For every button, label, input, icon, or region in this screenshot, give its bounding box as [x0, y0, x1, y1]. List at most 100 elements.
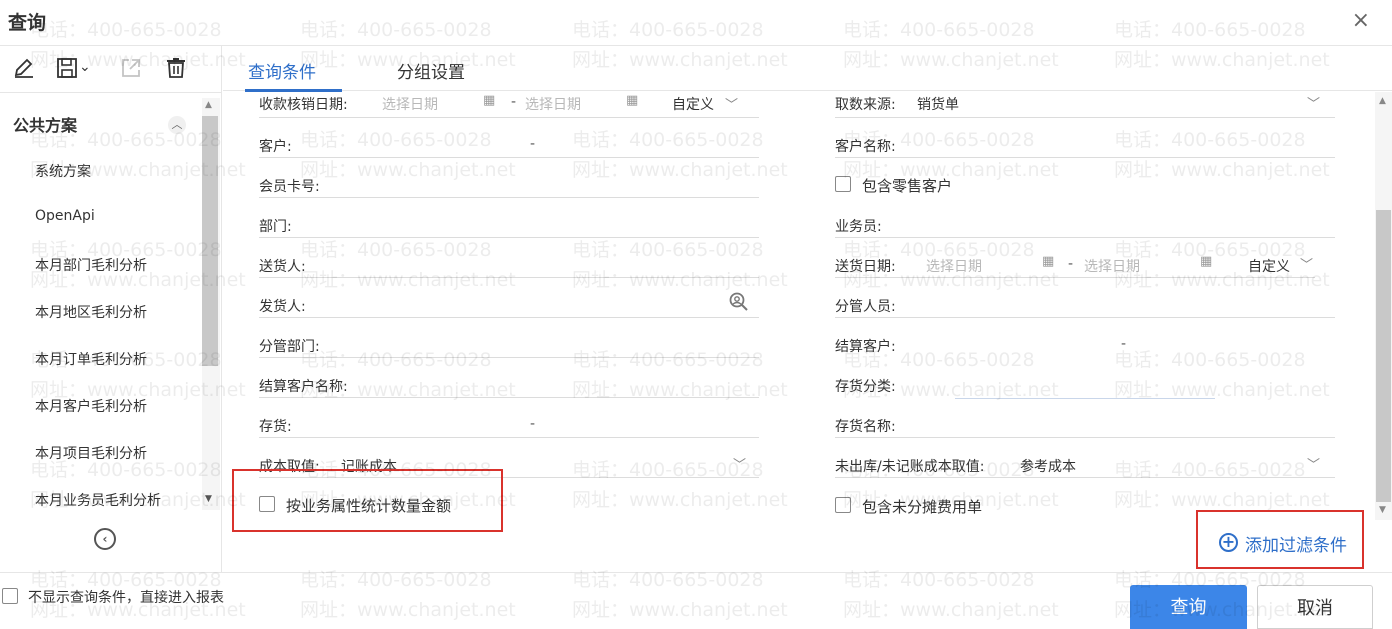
scroll-up-arrow-icon[interactable]: ▲ [205, 100, 212, 110]
checkbox-label: 包含未分摊费用单 [862, 498, 983, 516]
chevron-down-icon[interactable]: ﹀ [725, 94, 738, 113]
field-label: 客户名称: [835, 139, 896, 155]
export-icon[interactable] [119, 56, 143, 80]
watermark-phone: 电话：400-665-0028 [1114, 19, 1306, 41]
dialog-title: 查询 [8, 12, 47, 34]
tab-bar: 查询条件 分组设置 [223, 46, 1392, 92]
delete-icon[interactable] [164, 56, 188, 80]
field-label: 存货名称: [835, 419, 896, 435]
field-label: 送货日期: [835, 259, 896, 275]
calendar-icon[interactable]: ▦ [1042, 254, 1054, 269]
tab-query-conditions[interactable]: 查询条件 [248, 58, 316, 83]
save-dropdown-chevron-icon[interactable]: ⌄ [79, 59, 93, 83]
scheme-scrollbar-thumb[interactable] [202, 116, 218, 366]
field-label: 结算客户名称: [259, 379, 348, 395]
field-label: 部门: [259, 219, 292, 235]
scheme-item[interactable]: 本月客户毛利分析 [35, 396, 147, 416]
inventory-category-field[interactable]: 存货分类: [835, 372, 1335, 398]
scroll-up-arrow-icon[interactable]: ▲ [1379, 96, 1386, 106]
tab-group-settings[interactable]: 分组设置 [397, 58, 465, 83]
delivery-person-field[interactable]: 送货人: [259, 252, 759, 278]
save-icon[interactable] [55, 56, 79, 80]
field-label: 取数来源: [835, 97, 896, 113]
scheme-item[interactable]: 本月项目毛利分析 [35, 443, 147, 463]
shipper-field[interactable]: 发货人: [259, 292, 759, 318]
scroll-down-arrow-icon[interactable]: ▼ [1379, 505, 1386, 515]
range-separator: - [1121, 336, 1127, 352]
date-start-input[interactable]: 选择日期 [926, 256, 982, 276]
field-label: 结算客户: [835, 339, 896, 355]
field-label: 送货人: [259, 259, 306, 275]
add-filter-link[interactable]: 添加过滤条件 [1245, 531, 1347, 556]
scheme-item[interactable]: 本月订单毛利分析 [35, 349, 147, 369]
watermark-phone: 电话：400-665-0028 [572, 569, 764, 591]
watermark-site: 网址：www.chanjet.net [572, 489, 788, 511]
select-value: 参考成本 [1020, 459, 1076, 475]
range-separator: - [511, 94, 517, 110]
field-label: 业务员: [835, 219, 882, 235]
scheme-item[interactable]: 系统方案 [35, 161, 91, 181]
chevron-down-icon[interactable]: ﹀ [1300, 254, 1313, 273]
include-retail-checkbox[interactable] [835, 176, 851, 192]
add-circle-icon[interactable]: + [1219, 533, 1238, 552]
checkbox-label: 按业务属性统计数量金额 [286, 497, 452, 515]
delivery-date-field: 送货日期: 选择日期 ▦ - 选择日期 ▦ 自定义 ﹀ [835, 252, 1315, 278]
watermark-phone: 电话：400-665-0028 [300, 19, 492, 41]
collapse-panel-icon[interactable]: ‹ [94, 528, 116, 550]
date-mode-select[interactable]: 自定义 [1248, 256, 1290, 276]
range-separator: - [530, 416, 536, 432]
inventory-name-field[interactable]: 存货名称: [835, 412, 1335, 438]
managing-dept-field[interactable]: 分管部门: [259, 332, 759, 358]
search-user-icon[interactable] [727, 291, 749, 313]
close-icon[interactable]: × [1352, 10, 1370, 32]
toolbar-divider [0, 92, 222, 93]
skip-conditions-checkbox[interactable] [2, 588, 18, 604]
salesperson-field[interactable]: 业务员: [835, 212, 1335, 238]
date-mode-select[interactable]: 自定义 [672, 94, 714, 114]
watermark-site: 网址：www.chanjet.net [572, 599, 788, 621]
chevron-down-icon[interactable]: ﹀ [1307, 454, 1320, 473]
data-source-select[interactable]: 取数来源: 销货单 ﹀ [835, 92, 1335, 118]
scheme-item[interactable]: OpenApi [35, 208, 95, 224]
member-card-field[interactable]: 会员卡号: [259, 172, 759, 198]
date-end-input[interactable]: 选择日期 [1084, 256, 1140, 276]
scheme-item[interactable]: 本月地区毛利分析 [35, 302, 147, 322]
calendar-icon[interactable]: ▦ [1200, 254, 1212, 269]
settle-customer-name-field[interactable]: 结算客户名称: [259, 372, 759, 398]
include-unallocated-checkbox[interactable] [835, 497, 851, 513]
field-label: 未出库/未记账成本取值: [835, 459, 985, 475]
field-label: 会员卡号: [259, 179, 320, 195]
customer-name-field[interactable]: 客户名称: [835, 132, 1335, 158]
watermark-phone: 电话：400-665-0028 [843, 19, 1035, 41]
manager-field[interactable]: 分管人员: [835, 292, 1335, 318]
chevron-down-icon[interactable]: ﹀ [733, 454, 746, 473]
scheme-panel: ⌄ 公共方案 ︿ 系统方案 OpenApi 本月部门毛利分析 本月地区毛利分析 … [0, 46, 222, 572]
chevron-down-icon[interactable]: ﹀ [1307, 93, 1320, 112]
date-end-input[interactable]: 选择日期 [525, 94, 581, 114]
edit-icon[interactable] [12, 56, 36, 80]
watermark-site: 网址：www.chanjet.net [843, 599, 1059, 621]
query-button[interactable]: 查询 [1130, 585, 1247, 629]
calendar-icon[interactable]: ▦ [626, 93, 638, 108]
unshipped-cost-select[interactable]: 未出库/未记账成本取值: 参考成本 ﹀ [835, 452, 1335, 478]
chevron-up-icon[interactable]: ︿ [168, 116, 186, 134]
range-separator: - [530, 136, 536, 152]
field-label: 发货人: [259, 299, 306, 315]
watermark-phone: 电话：400-665-0028 [300, 569, 492, 591]
query-dialog: 查询 × ⌄ 公共方案 ︿ 系统方案 OpenApi 本月部门毛利分析 本月地区… [0, 0, 1392, 629]
form-scrollbar-thumb[interactable] [1376, 210, 1391, 502]
watermark-phone: 电话：400-665-0028 [30, 19, 222, 41]
department-field[interactable]: 部门: [259, 212, 759, 238]
date-start-input[interactable]: 选择日期 [382, 94, 438, 114]
scheme-item[interactable]: 本月业务员毛利分析 [35, 490, 161, 510]
scheme-toolbar: ⌄ [0, 46, 222, 92]
field-label: 分管人员: [835, 299, 896, 315]
cancel-button[interactable]: 取消 [1257, 585, 1373, 629]
calendar-icon[interactable]: ▦ [483, 93, 495, 108]
stat-by-business-attr-checkbox[interactable] [259, 496, 275, 512]
skip-conditions-label: 不显示查询条件，直接进入报表 [28, 590, 224, 606]
scheme-item[interactable]: 本月部门毛利分析 [35, 255, 147, 275]
scroll-down-arrow-icon[interactable]: ▼ [205, 494, 212, 504]
field-label: 分管部门: [259, 339, 320, 355]
inventory-category-underline [955, 398, 1215, 399]
